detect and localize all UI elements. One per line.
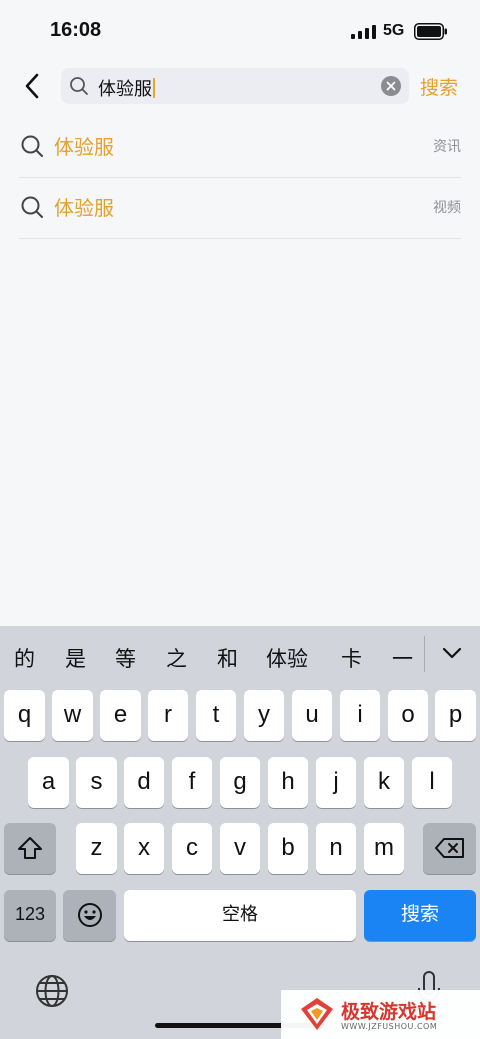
key-d[interactable]: d — [124, 757, 164, 808]
key-g[interactable]: g — [220, 757, 260, 808]
chevron-down-icon[interactable] — [441, 642, 463, 664]
key-m[interactable]: m — [364, 823, 404, 874]
backspace-key[interactable] — [423, 823, 476, 874]
key-r[interactable]: r — [148, 690, 188, 741]
key-l[interactable]: l — [412, 757, 452, 808]
watermark-logo-icon — [301, 998, 333, 1030]
globe-icon[interactable] — [35, 974, 69, 1008]
search-icon — [21, 196, 43, 218]
search-button[interactable]: 搜索 — [420, 73, 458, 100]
suggestion-item[interactable]: 体验服 资讯 — [19, 116, 461, 178]
status-bar: 16:08 5G — [0, 0, 480, 62]
candidate-word[interactable]: 卡 — [341, 643, 362, 673]
candidate-word[interactable]: 等 — [115, 643, 136, 673]
search-icon — [70, 77, 88, 95]
back-arrow-icon[interactable] — [20, 68, 48, 104]
text-caret — [153, 78, 155, 98]
key-b[interactable]: b — [268, 823, 308, 874]
key-e[interactable]: e — [100, 690, 141, 741]
key-n[interactable]: n — [316, 823, 356, 874]
watermark-name: 极致游戏站 — [341, 1001, 437, 1023]
clear-icon[interactable] — [381, 76, 401, 96]
space-key[interactable]: 空格 — [124, 890, 356, 941]
shift-key[interactable] — [4, 823, 56, 874]
suggestion-tag: 资讯 — [433, 139, 461, 155]
status-time: 16:08 — [50, 19, 102, 41]
candidate-word[interactable]: 之 — [166, 643, 187, 673]
keyboard: 的 是 等 之 和 体验 卡 一 q w e r t y u i o p a s… — [0, 626, 480, 1039]
battery-icon — [414, 23, 447, 40]
candidate-word[interactable]: 的 — [14, 643, 35, 673]
key-i[interactable]: i — [340, 690, 380, 741]
key-h[interactable]: h — [268, 757, 308, 808]
key-t[interactable]: t — [196, 690, 236, 741]
candidate-divider — [424, 636, 425, 672]
emoji-key[interactable] — [63, 890, 116, 941]
key-z[interactable]: z — [76, 823, 117, 874]
key-a[interactable]: a — [28, 757, 69, 808]
signal-icon — [351, 25, 376, 39]
key-f[interactable]: f — [172, 757, 212, 808]
suggestion-tag: 视频 — [433, 200, 461, 216]
numbers-key[interactable]: 123 — [4, 890, 56, 941]
key-v[interactable]: v — [220, 823, 260, 874]
key-k[interactable]: k — [364, 757, 404, 808]
shift-icon — [18, 837, 42, 859]
search-icon — [21, 135, 43, 157]
key-c[interactable]: c — [172, 823, 212, 874]
suggestion-item[interactable]: 体验服 视频 — [19, 177, 461, 239]
suggestion-text: 体验服 — [54, 196, 114, 220]
network-label: 5G — [383, 22, 405, 39]
candidate-word[interactable]: 体验 — [266, 643, 308, 673]
candidate-bar: 的 是 等 之 和 体验 卡 一 — [0, 626, 480, 686]
search-input[interactable]: 体验服 — [61, 68, 409, 104]
key-s[interactable]: s — [76, 757, 117, 808]
key-y[interactable]: y — [244, 690, 284, 741]
watermark-url: WWW.JZFUSHOU.COM — [341, 1022, 438, 1031]
search-return-key[interactable]: 搜索 — [364, 890, 476, 941]
candidate-word[interactable]: 一 — [392, 643, 413, 673]
key-o[interactable]: o — [388, 690, 428, 741]
candidate-word[interactable]: 和 — [217, 643, 238, 673]
candidate-word[interactable]: 是 — [65, 643, 86, 673]
emoji-icon — [77, 903, 102, 927]
suggestion-text: 体验服 — [54, 135, 114, 159]
backspace-icon — [434, 838, 464, 858]
watermark: 极致游戏站 WWW.JZFUSHOU.COM — [281, 990, 480, 1039]
search-query: 体验服 — [98, 79, 152, 100]
key-w[interactable]: w — [52, 690, 93, 741]
key-q[interactable]: q — [4, 690, 45, 741]
key-j[interactable]: j — [316, 757, 356, 808]
key-p[interactable]: p — [435, 690, 476, 741]
key-u[interactable]: u — [292, 690, 332, 741]
key-x[interactable]: x — [124, 823, 164, 874]
